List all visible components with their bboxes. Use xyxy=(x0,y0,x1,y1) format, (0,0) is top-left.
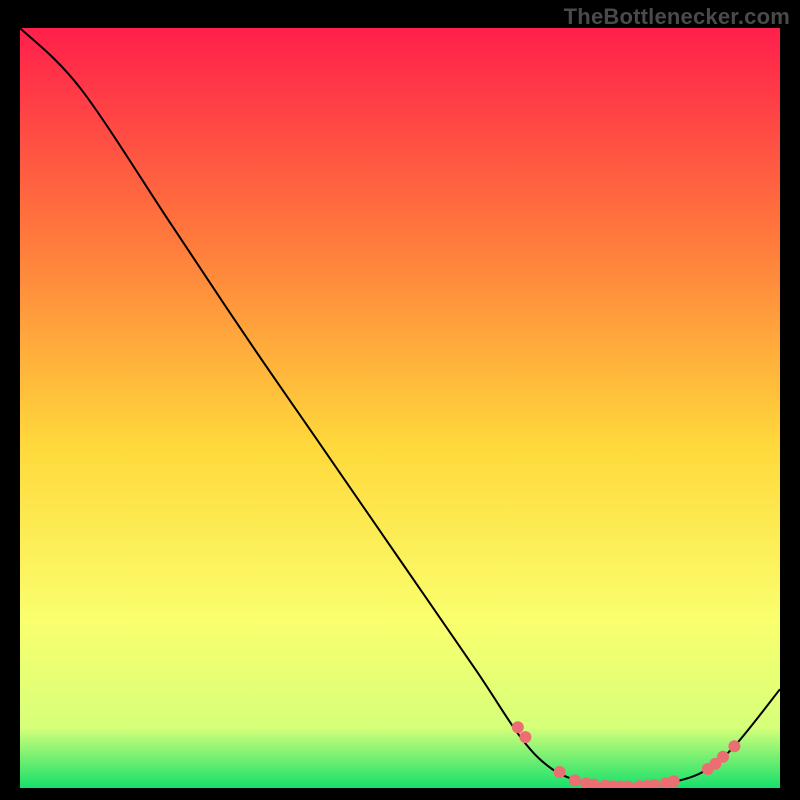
watermark-text: TheBottlenecker.com xyxy=(564,4,790,30)
data-point xyxy=(512,721,524,733)
data-point xyxy=(668,775,680,787)
chart-svg xyxy=(20,28,780,788)
data-point xyxy=(554,766,566,778)
data-point xyxy=(519,731,531,743)
data-point xyxy=(728,740,740,752)
data-point xyxy=(569,774,581,786)
chart-plot-area xyxy=(20,28,780,788)
chart-frame: TheBottlenecker.com xyxy=(0,0,800,800)
gradient-background xyxy=(20,28,780,788)
data-point xyxy=(717,751,729,763)
